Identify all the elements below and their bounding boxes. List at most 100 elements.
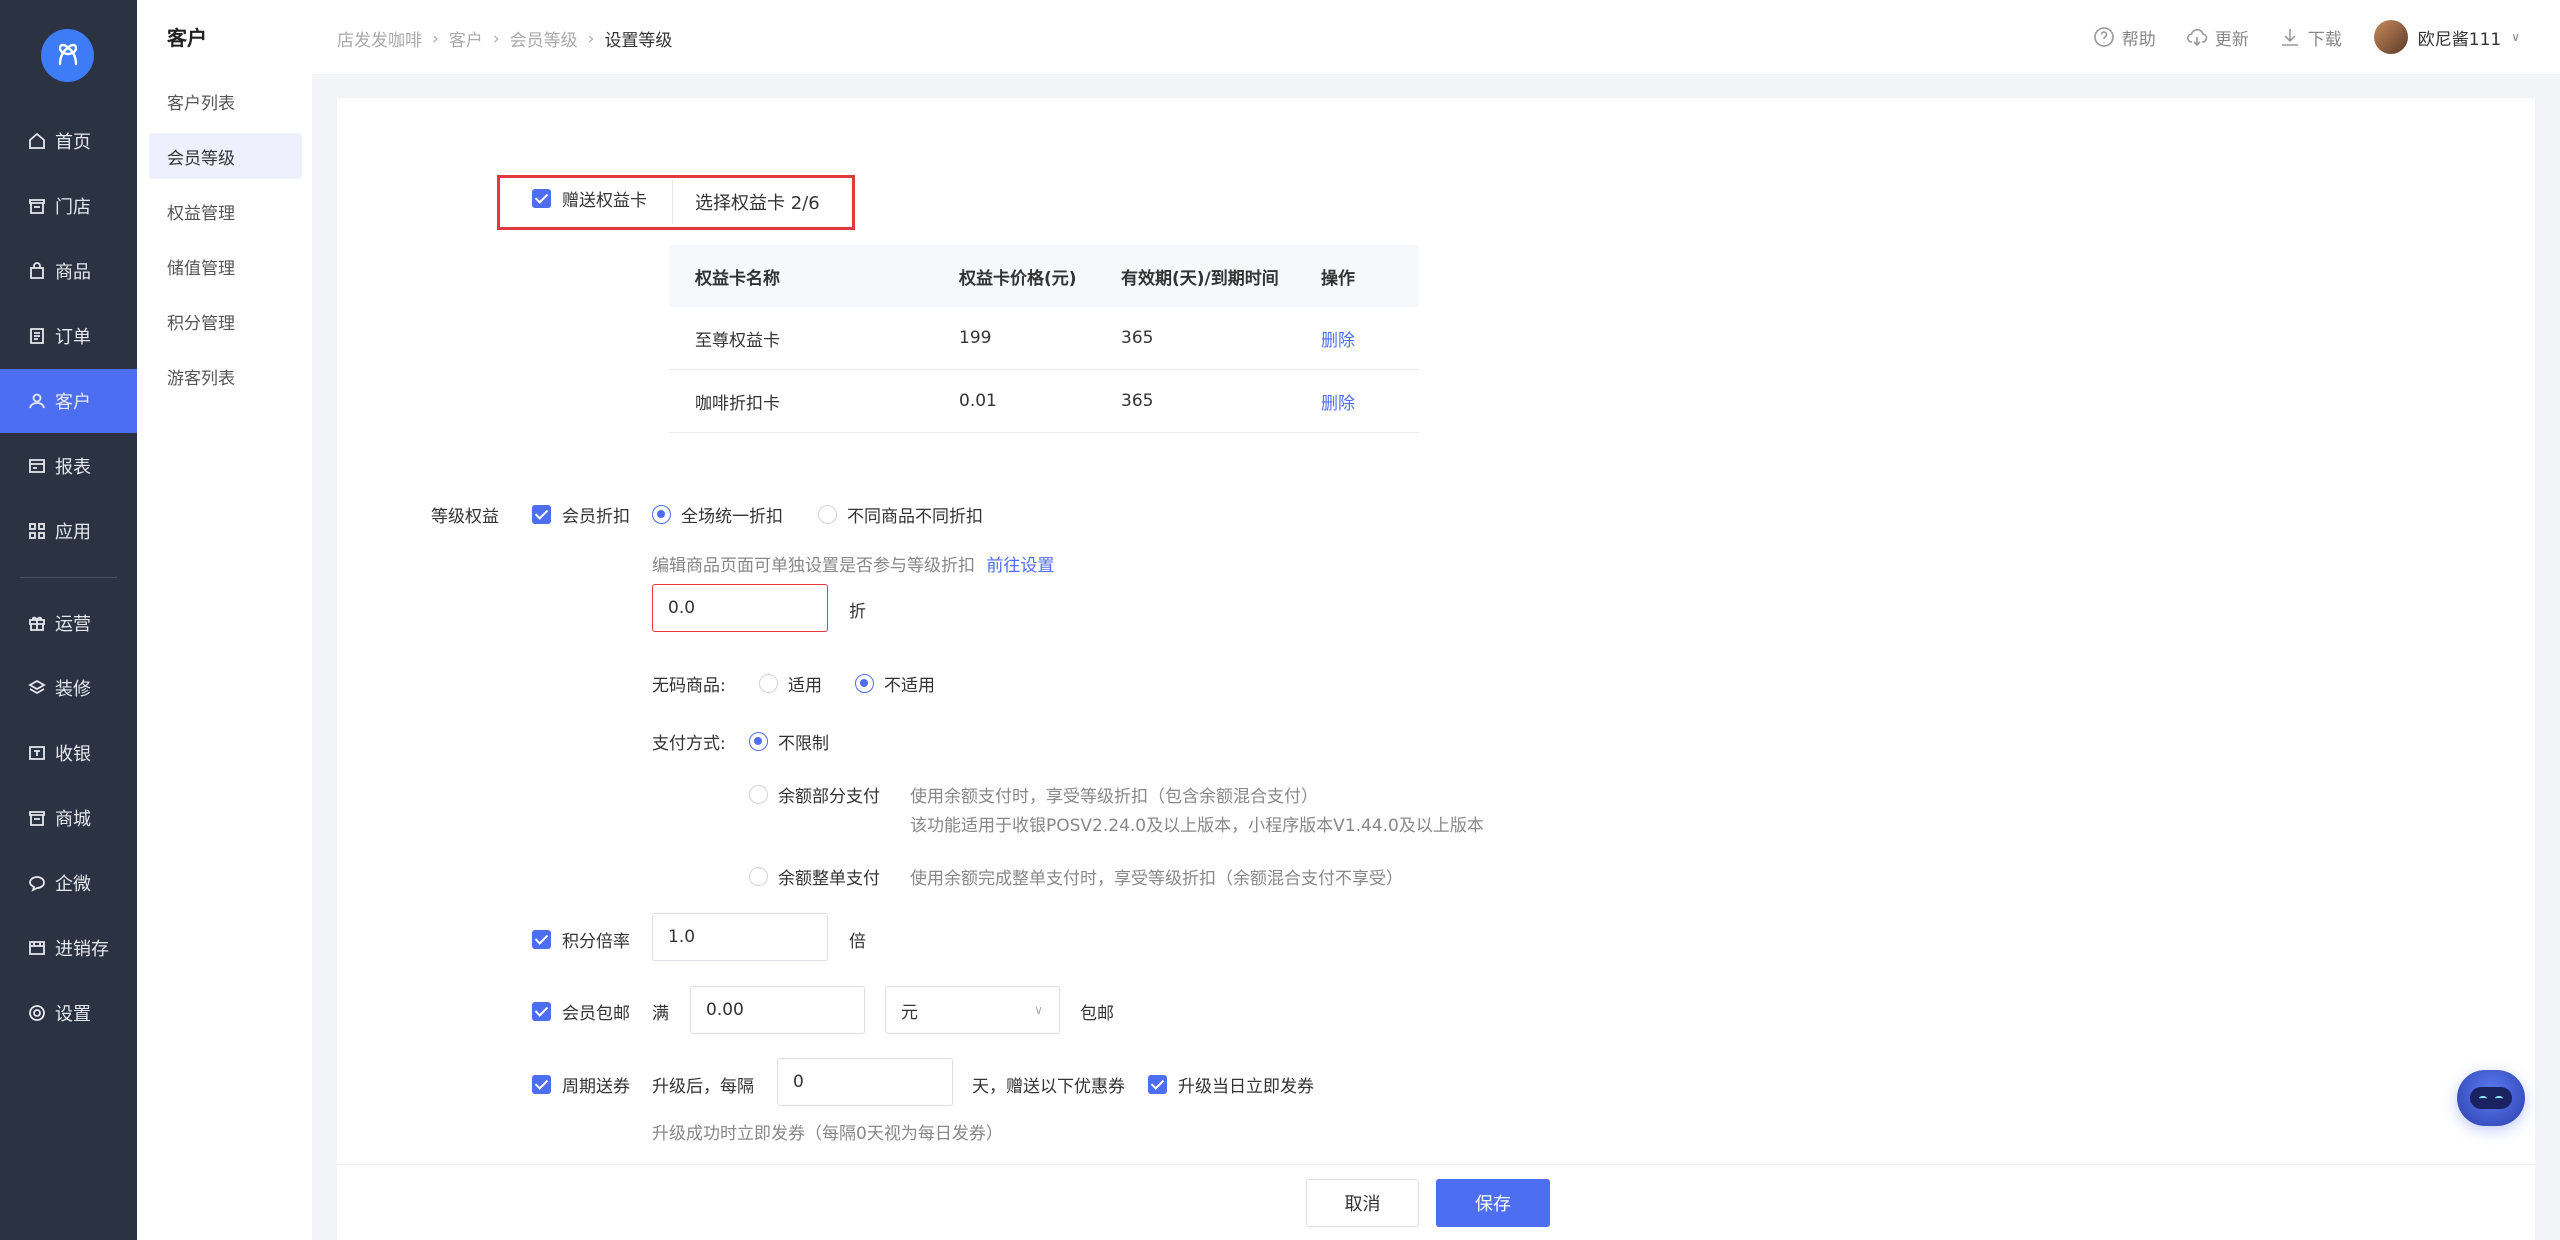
card-price: 0.01 (959, 391, 997, 411)
radio-label: 不同商品不同折扣 (847, 507, 983, 527)
app-logo[interactable] (41, 29, 94, 82)
column-header: 权益卡名称 (695, 268, 780, 289)
nav-label: 首页 (55, 132, 91, 153)
gift-icon (29, 616, 45, 631)
sub-nav: 客户 客户列表 会员等级 权益管理 储值管理 积分管理 游客列表 (137, 0, 312, 1240)
nav-item-home[interactable]: 首页 (0, 109, 137, 173)
nav-item-settings[interactable]: 设置 (0, 981, 137, 1045)
report-icon (29, 459, 45, 473)
go-settings-link[interactable]: 前往设置 (986, 556, 1054, 576)
sub-nav-item-benefits[interactable]: 权益管理 (149, 188, 302, 234)
nav-item-goods[interactable]: 商品 (0, 239, 137, 303)
points-checkbox[interactable]: 积分倍率 (532, 927, 630, 952)
card-name: 至尊权益卡 (695, 330, 780, 351)
order-icon (30, 328, 44, 344)
username: 欧尼酱111 (2417, 29, 2502, 50)
coupon-suffix: 天，赠送以下优惠券 (972, 1077, 1125, 1097)
sub-nav-item-points[interactable]: 积分管理 (149, 298, 302, 344)
currency-value: 元 (901, 1002, 918, 1023)
sub-nav-item-member-level[interactable]: 会员等级 (149, 133, 302, 179)
update-button[interactable]: 更新 (2186, 25, 2249, 50)
radio-unselected-icon (818, 505, 837, 524)
nav-divider (20, 577, 117, 578)
checkbox-checked-icon (1148, 1075, 1167, 1094)
table-header: 权益卡名称 权益卡价格(元) 有效期(天)/到期时间 操作 (669, 245, 1419, 307)
coupon-immediate-label: 升级当日立即发券 (1178, 1077, 1314, 1097)
radio-selected-icon (855, 674, 874, 693)
update-label: 更新 (2214, 29, 2249, 50)
payment-partial-radio[interactable]: 余额部分支付 (749, 782, 880, 807)
card-validity: 365 (1121, 391, 1154, 411)
nav-label: 装修 (55, 679, 91, 700)
coupon-interval-input[interactable]: 0 (777, 1058, 953, 1106)
nav-item-operations[interactable]: 运营 (0, 591, 137, 655)
delete-link[interactable]: 删除 (1321, 326, 1419, 351)
sub-nav-item-stored-value[interactable]: 储值管理 (149, 243, 302, 289)
nav-item-store[interactable]: 门店 (0, 174, 137, 238)
nocode-label: 无码商品: (652, 676, 726, 696)
breadcrumb-item[interactable]: 客户 (449, 26, 483, 51)
download-button[interactable]: 下载 (2279, 25, 2342, 50)
points-input[interactable]: 1.0 (652, 913, 828, 961)
breadcrumb-current: 设置等级 (604, 31, 673, 51)
select-benefit-card-button[interactable]: 选择权益卡 2/6 (672, 180, 842, 224)
nav-label: 商品 (55, 262, 91, 283)
payment-unlimited-radio[interactable]: 不限制 (749, 729, 829, 754)
nav-item-wecom[interactable]: 企微 (0, 851, 137, 915)
breadcrumb-item[interactable]: 店发发咖啡 (337, 26, 422, 51)
nav-item-inventory[interactable]: 进销存 (0, 916, 137, 980)
gift-card-label: 赠送权益卡 (562, 191, 647, 211)
nav-item-reports[interactable]: 报表 (0, 434, 137, 498)
save-button[interactable]: 保存 (1436, 1179, 1550, 1227)
help-button[interactable]: 帮助 (2093, 25, 2156, 50)
avatar (2373, 20, 2408, 54)
shipping-checkbox[interactable]: 会员包邮 (532, 999, 630, 1024)
delete-link[interactable]: 删除 (1321, 389, 1419, 414)
chevron-down-icon: ∨ (2511, 30, 2520, 44)
payment-label: 支付方式: (652, 734, 726, 754)
checkbox-checked-icon (532, 1002, 551, 1021)
nav-label: 报表 (55, 457, 91, 478)
nocode-yes-radio[interactable]: 适用 (759, 671, 822, 696)
shipping-amount-input[interactable]: 0.00 (690, 986, 865, 1034)
coupon-immediate-checkbox[interactable]: 升级当日立即发券 (1148, 1072, 1314, 1097)
sub-nav-item-visitors[interactable]: 游客列表 (149, 353, 302, 399)
logo-icon (58, 43, 77, 65)
robot-icon (2470, 1087, 2512, 1109)
nav-item-customers[interactable]: 客户 (0, 369, 137, 433)
download-label: 下载 (2307, 29, 2342, 50)
sub-nav-item-customer-list[interactable]: 客户列表 (149, 78, 302, 124)
radio-label: 余额整单支付 (778, 869, 880, 889)
breadcrumb-separator: › (432, 28, 439, 49)
coupon-checkbox[interactable]: 周期送券 (532, 1072, 630, 1097)
breadcrumb-item[interactable]: 会员等级 (510, 26, 578, 51)
gift-card-checkbox[interactable]: 赠送权益卡 (532, 186, 647, 211)
checkbox-checked-icon (532, 1075, 551, 1094)
nav-label: 门店 (55, 197, 91, 218)
card-validity: 365 (1121, 328, 1154, 348)
nav-item-decoration[interactable]: 装修 (0, 656, 137, 720)
payment-full-radio[interactable]: 余额整单支付 (749, 864, 880, 889)
help-label: 帮助 (2121, 29, 2156, 50)
assistant-robot-button[interactable] (2457, 1070, 2525, 1126)
discount-input[interactable]: 0.0 (652, 584, 828, 632)
radio-label: 不限制 (778, 734, 829, 754)
cancel-button[interactable]: 取消 (1306, 1179, 1419, 1227)
discount-all-radio[interactable]: 全场统一折扣 (652, 502, 783, 527)
nav-item-cashier[interactable]: 收银 (0, 721, 137, 785)
nav-item-mall[interactable]: 商城 (0, 786, 137, 850)
radio-selected-icon (749, 732, 768, 751)
nocode-no-radio[interactable]: 不适用 (855, 671, 935, 696)
checkbox-checked-icon (532, 505, 551, 524)
user-menu[interactable]: 欧尼酱111 ∨ (2373, 20, 2520, 54)
nav-item-apps[interactable]: 应用 (0, 499, 137, 563)
chevron-down-icon: ∨ (1034, 1003, 1043, 1017)
main-nav: 首页 门店 商品 订单 客户 报表 应用 运营 装修 收银 商城 企微 进销存 … (0, 0, 137, 1240)
discount-each-radio[interactable]: 不同商品不同折扣 (818, 502, 983, 527)
nav-item-orders[interactable]: 订单 (0, 304, 137, 368)
member-discount-checkbox[interactable]: 会员折扣 (532, 502, 630, 527)
points-unit: 倍 (849, 932, 866, 952)
currency-select[interactable]: 元 ∨ (885, 986, 1060, 1034)
shipping-prefix: 满 (652, 1004, 669, 1024)
header-actions: 帮助 更新 下载 欧尼酱111 ∨ (2063, 20, 2520, 54)
